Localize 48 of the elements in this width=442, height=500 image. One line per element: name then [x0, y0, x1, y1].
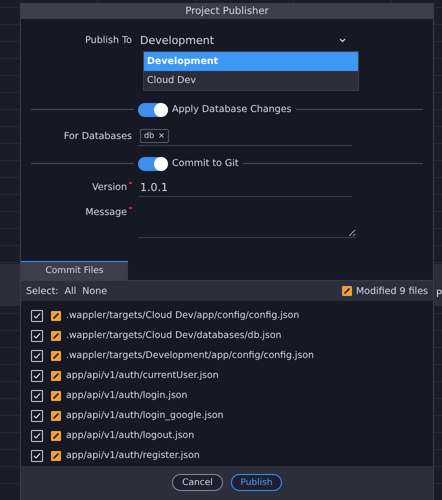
file-path: app/api/v1/auth/login_google.json	[66, 410, 224, 422]
modified-count: Modified 9 files	[356, 286, 428, 297]
file-path: .wappler/targets/Development/app/config/config.json	[66, 350, 314, 362]
checkbox[interactable]	[31, 450, 43, 462]
file-path: app/api/v1/auth/register.json	[66, 450, 200, 462]
field-label: Publish To	[84, 35, 133, 46]
cut-text: P	[436, 289, 442, 300]
checkbox[interactable]	[31, 330, 43, 342]
checkbox[interactable]	[31, 310, 43, 322]
file-path: app/api/v1/auth/logout.json	[66, 430, 194, 442]
checkbox[interactable]	[31, 430, 43, 442]
field-label: For Databases	[62, 130, 133, 142]
cancel-button[interactable]: Cancel	[172, 474, 223, 492]
window-title: Project Publisher	[185, 6, 269, 17]
section-label: Apply Database Changes	[172, 104, 292, 116]
chevron-icon	[339, 38, 346, 44]
checkbox[interactable]	[31, 370, 43, 382]
select-all-link[interactable]: All	[64, 286, 76, 297]
edit-icon	[342, 286, 352, 296]
field-label: Message	[85, 206, 127, 218]
select-none-link[interactable]: None	[82, 286, 108, 297]
checkbox[interactable]	[31, 410, 43, 422]
dropdown-option[interactable]: Cloud Dev	[144, 70, 358, 90]
file-path: .wappler/targets/Cloud Dev/app/config/config.json	[66, 310, 300, 322]
publish-button[interactable]: Publish	[231, 474, 282, 492]
toggle-switch[interactable]	[138, 156, 168, 171]
publish-target-dropdown[interactable]: Development	[138, 32, 352, 49]
version-field[interactable]: 1.0.1	[138, 178, 352, 197]
section-label: Commit to Git	[172, 158, 239, 170]
edit-icon	[51, 370, 61, 381]
file-path: app/api/v1/auth/login.json	[66, 390, 188, 402]
edit-icon	[51, 390, 61, 401]
edit-icon	[51, 450, 61, 461]
tab[interactable]: Commit Files	[21, 261, 128, 280]
edit-icon	[51, 350, 61, 361]
field-label: Version	[92, 182, 127, 194]
database-tag: db ×	[140, 128, 169, 143]
edit-icon	[51, 410, 61, 421]
file-path: .wappler/targets/Cloud Dev/databases/db.json	[66, 330, 282, 342]
file-path: app/api/v1/auth/currentUser.json	[66, 370, 219, 382]
databases-field[interactable]: db ×	[138, 126, 352, 146]
select-label: Select:	[26, 286, 59, 297]
edit-icon	[51, 330, 61, 341]
edit-icon	[51, 430, 61, 441]
edit-icon	[51, 310, 61, 321]
toggle-switch[interactable]	[138, 102, 168, 117]
checkbox[interactable]	[31, 350, 43, 362]
checkbox[interactable]	[31, 390, 43, 402]
